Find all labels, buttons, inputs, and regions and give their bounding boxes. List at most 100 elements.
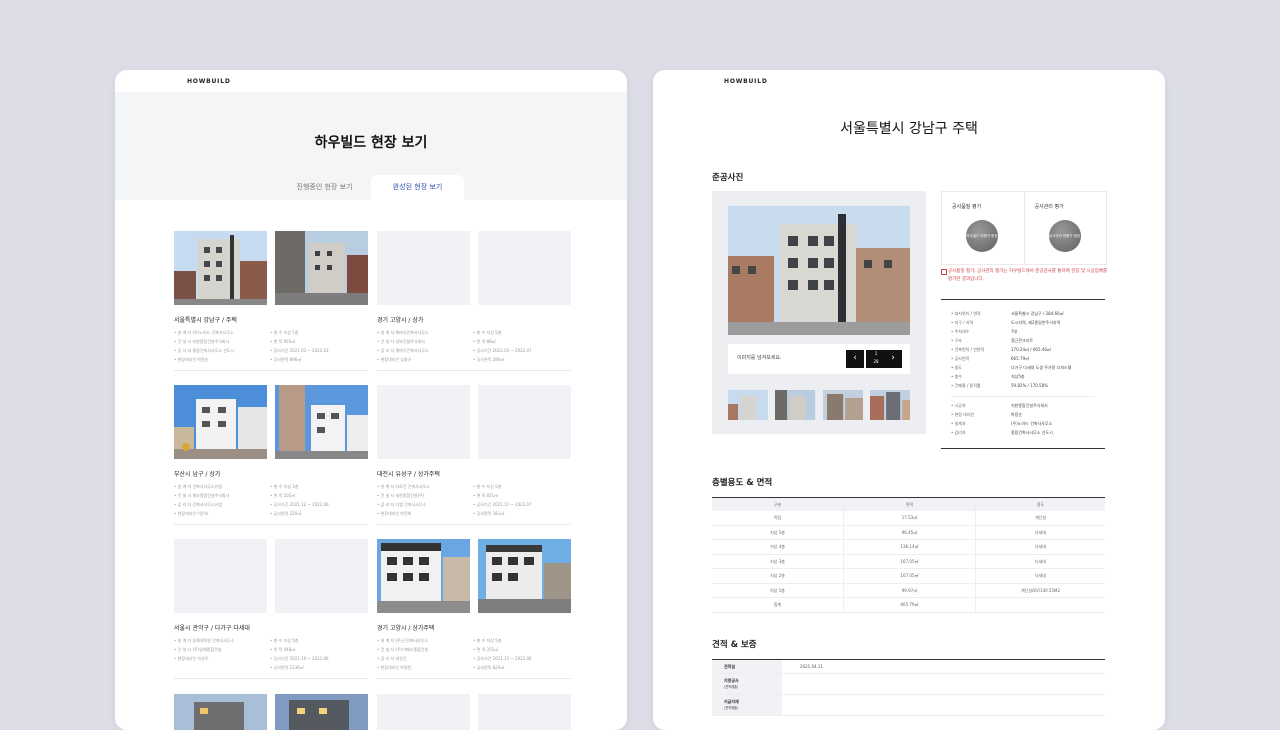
photo-hint: 이미지를 넘겨보세요. [737, 355, 782, 361]
meta-item: • 건 설 사 지한종합건설주식회사 [174, 339, 230, 344]
site-card[interactable]: 경기 고양시 / 상가주택 • 설 계 자 (주)근건축사사무소 • 건 설 사… [377, 539, 571, 679]
table-row: 지상 5층 96.45㎡ 다세대 [712, 525, 1105, 540]
site-card[interactable]: 서울시 관악구 / 다가구 다세대 • 설 계 자 동해대학원 건축사사무소 •… [174, 539, 368, 679]
meta-item: • 면 적 821㎡ [473, 493, 499, 498]
photo-thumbnail[interactable] [869, 390, 910, 420]
spec-value: 다가구 다세대 도생 주거용 오피스텔 [1011, 365, 1072, 370]
site-card[interactable] [377, 694, 571, 730]
tab-in-progress[interactable]: 진행중인 현장 보기 [278, 175, 371, 200]
meta-item: • 건 설 사 성보건설주식회사 [377, 339, 425, 344]
next-photo-button[interactable]: › [884, 350, 902, 368]
site-card[interactable]: 부산시 남구 / 상가 • 설 계 자 건축사사무소유엠 • 건 설 사 해조종… [174, 385, 368, 525]
spec-value: (주)노아드 건축사사무소 [1011, 421, 1053, 426]
meta-item: • 설 계 자 건축사사무소유엠 [174, 484, 222, 489]
page-title: 하우빌드 현장 보기 [314, 135, 428, 151]
meta-item: • 면 적 448㎡ [270, 647, 296, 652]
meta-item: • 공사면적 896㎡ [270, 357, 302, 362]
divider [377, 678, 571, 679]
tab-completed[interactable]: 완성된 현장 보기 [371, 175, 464, 200]
site-card[interactable]: 서울특별시 강남구 / 주택 • 설 계 자 (주)노아드 건축사사무소 • 건… [174, 231, 368, 371]
photo-thumbnail[interactable] [822, 390, 863, 420]
table-cell: 다세대 [975, 554, 1105, 568]
site-photo [275, 385, 368, 459]
howbuild-logo[interactable]: HOWBUILD [724, 78, 768, 85]
estimate-key-sub: (견적제출) [724, 685, 739, 689]
table-cell: 99.97㎡ [843, 583, 975, 597]
photo-placeholder [478, 231, 571, 305]
site-meta: • 설 계 자 동해대학원 건축사사무소 • 건 설 사 (주)일해종합건설 •… [174, 638, 368, 676]
spec-value: 박용순 [1011, 412, 1023, 417]
spec-value: 59.82% / 170.58% [1011, 383, 1048, 388]
spec-key: • 주차대수 [951, 329, 970, 334]
meta-item: • 면 적 665㎡ [270, 339, 296, 344]
spec-key: • 구조 [951, 338, 962, 343]
site-photo [275, 694, 368, 730]
site-photo [174, 694, 267, 730]
table-row: 지상 4층 136.14㎡ 다세대 [712, 540, 1105, 555]
spec-key: • 용도 [951, 365, 962, 370]
divider [174, 678, 368, 679]
estimate-value: 2021.04.11 [800, 664, 823, 669]
spec-row: • 공사면적 665.79㎡ [951, 356, 1029, 362]
photo-thumbnail[interactable] [775, 390, 816, 420]
check-icon [941, 269, 947, 275]
spec-value: 서울특별시 강남구 / 284.60㎡ [1011, 311, 1064, 316]
site-card[interactable] [174, 694, 368, 730]
meta-item: • 공사기간 2021.03 ~ 2022.03 [270, 348, 329, 353]
quality-eval: 공사품질 평가 하우빌드 미평가 현장 [942, 192, 1024, 264]
column-header: 구분 [773, 502, 782, 507]
site-title: 서울특별시 강남구 / 주택 [174, 317, 237, 324]
meta-item: • 건 설 사 해조종합건설주식회사 [174, 493, 230, 498]
photo-placeholder [174, 539, 267, 613]
spec-key: • 설계자 [951, 421, 966, 426]
meta-item: • 건 설 사 (주)이메스종합건설 [377, 647, 429, 652]
notice-text: 공사품질 평가, 공사관리 평가는 하우빌드에서 준공검사를 통하여 현장 및 … [948, 269, 1108, 282]
meta-item: • 현장대리인 박진희 [377, 511, 412, 516]
meta-item: • 면 적 88㎡ [473, 339, 496, 344]
meta-item: • 면 적 351㎡ [473, 647, 499, 652]
spec-value: 철근콘크리트 [1011, 338, 1034, 343]
site-detail-panel: HOWBUILD 서울특별시 강남구 주택 준공사진 이미지를 넘겨보세요. ‹… [653, 70, 1165, 730]
column-header: 면적 [843, 498, 975, 511]
site-detail-title: 서울특별시 강남구 주택 [840, 121, 978, 137]
photo-placeholder [478, 385, 571, 459]
site-photo [275, 231, 368, 305]
spec-row: • 시공자 지한종합건설주식회사 [951, 403, 1048, 409]
table-row: 지상 1층 99.97㎡ 계단실/EV/140.55M2 [712, 583, 1105, 598]
photo-thumbnail[interactable] [728, 390, 769, 420]
quality-eval-label: 공사품질 평가 [952, 204, 982, 210]
estimate-table: 견적일 2021.04.11 지명공사 (견적제출) 지급자재 (견적제출) [712, 659, 1105, 716]
quality-eval-badge: 하우빌드 미평가 현장 [966, 220, 998, 252]
site-title: 부산시 남구 / 상가 [174, 471, 221, 478]
howbuild-logo[interactable]: HOWBUILD [187, 78, 231, 85]
meta-item: • 층 수 지상 5층 [473, 484, 502, 489]
meta-item: • 현장대리인 이운호 [174, 511, 209, 516]
meta-item: • 공사면적 220㎡ [270, 511, 302, 516]
spec-value: 7대 [1011, 329, 1018, 334]
management-eval-badge: 공사관리 미평가 현장 [1048, 220, 1081, 252]
meta-item: • 공 사 자 종합건축사사무소 선도시 [174, 348, 235, 353]
photo-section-title: 준공사진 [712, 173, 744, 183]
site-card[interactable]: 대전시 유성구 / 상가주택 • 설 계 자 하로건 건축사사무소 • 건 설 … [377, 385, 571, 525]
prev-photo-button[interactable]: ‹ [846, 350, 864, 368]
main-photo[interactable] [728, 206, 910, 335]
table-row: 지상 3층 167.05㎡ 다세대 [712, 554, 1105, 569]
spec-value: 170.24㎡ / 665.46㎡ [1011, 347, 1051, 352]
spec-row: • 주차대수 7대 [951, 329, 1017, 335]
meta-item: • 감 리 자 해마이건축사사무소 [377, 348, 429, 353]
photo-pager: 1 28 [866, 350, 886, 368]
spec-key: • 대지위치 / 면적 [951, 311, 981, 316]
site-meta: • 설 계 자 (주)근건축사사무소 • 건 설 사 (주)이메스종합건설 • … [377, 638, 571, 676]
meta-item: • 설 계 자 (주)근건축사사무소 [377, 638, 429, 643]
evaluation-notice: 공사품질 평가, 공사관리 평가는 하우빌드에서 준공검사를 통하여 현장 및 … [941, 268, 1112, 284]
estimate-section-title: 견적 & 보증 [712, 640, 757, 650]
meta-item: • 설 계 자 (주)노아드 건축사사무소 [174, 330, 234, 335]
meta-item: • 층 수 지상 5층 [473, 638, 502, 643]
site-card[interactable]: 경기 고양시 / 상가 • 설 계 자 해마이건축사사무소 • 건 설 사 성보… [377, 231, 571, 371]
photo-nav-bar: 이미지를 넘겨보세요. ‹ 1 28 › [728, 344, 910, 374]
spec-row: • 지구 / 지역 도시지역, 제2종일반주거지역 [951, 320, 1060, 326]
table-cell: 지상 2층 [770, 573, 785, 578]
table-cell: 지상 3층 [770, 558, 785, 564]
evaluation-box: 공사품질 평가 하우빌드 미평가 현장 공사관리 평가 공사관리 미평가 현장 [941, 191, 1107, 265]
pager-current: 1 [874, 351, 878, 356]
